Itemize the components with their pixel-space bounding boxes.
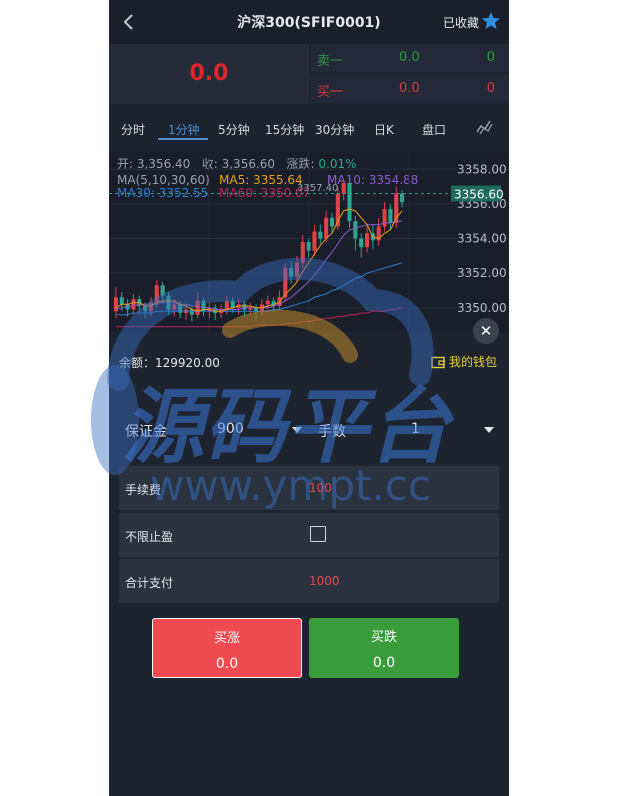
candle-body	[195, 300, 200, 315]
candle-body	[388, 209, 393, 223]
buy-down-value: 0.0	[372, 655, 396, 671]
candle-body	[154, 285, 159, 303]
candle-body	[364, 233, 370, 248]
y-tick-label: 3358.00	[457, 162, 507, 176]
candle-body	[347, 183, 352, 222]
no-limit-row: 不限止盈	[119, 513, 499, 557]
fee-value: 100	[309, 481, 332, 495]
buy-down-label: 买跌	[370, 630, 397, 645]
candle-body	[312, 231, 317, 251]
last-price-panel: 0.0	[109, 44, 309, 104]
candle-body	[172, 304, 177, 310]
high-price-marker: 3357.40	[297, 183, 338, 194]
candle-body	[119, 297, 124, 305]
margin-dropdown-icon[interactable]	[292, 427, 302, 433]
candle-body	[300, 242, 305, 263]
favorite-label[interactable]: 已收藏	[443, 14, 479, 31]
candle-body	[306, 242, 311, 251]
y-tick-label: 3354.00	[457, 232, 507, 246]
wallet-icon	[431, 356, 445, 369]
my-wallet-label: 我的钱包	[448, 355, 497, 369]
candle-body	[143, 306, 148, 312]
star-icon[interactable]	[481, 11, 501, 31]
app-screen: 沪深300(SFIF0001) 已收藏 0.0 卖一 0.0 0 买一 0.0 …	[109, 0, 509, 796]
total-label: 合计支付	[125, 576, 174, 590]
candle-body	[242, 304, 247, 310]
lots-dropdown-icon[interactable]	[484, 427, 494, 433]
current-price-label: 3356.60	[454, 188, 504, 202]
candle-body	[254, 307, 259, 312]
tab-5min[interactable]: 5分钟	[218, 121, 250, 138]
period-tabs: 分时 1分钟 5分钟 15分钟 30分钟 日K 盘口	[109, 110, 509, 148]
active-tab-indicator	[158, 138, 208, 140]
bid-price: 0.0	[399, 81, 420, 96]
candle-body	[324, 217, 329, 239]
candle-body	[400, 193, 405, 203]
kline-plot: 3357.403358.003356.003354.003352.003350.…	[109, 152, 509, 332]
bid-volume: 0	[486, 81, 495, 96]
tab-1min[interactable]: 1分钟	[168, 121, 200, 138]
candle-body	[359, 238, 364, 248]
my-wallet-link[interactable]: 我的钱包	[431, 353, 497, 370]
tab-daily[interactable]: 日K	[374, 121, 394, 138]
tab-30min[interactable]: 30分钟	[315, 121, 354, 138]
buy-up-label: 买涨	[213, 631, 240, 646]
candle-body	[294, 262, 300, 277]
kline-chart[interactable]: 开: 3,356.40 收: 3,356.60 涨跌: 0.01% MA(5,1…	[109, 152, 509, 332]
candle-body	[329, 217, 335, 227]
buy-down-button[interactable]: 买跌 0.0	[309, 618, 459, 678]
total-value: 1000	[309, 574, 340, 588]
fee-row: 手续费 100	[119, 466, 499, 510]
fee-label: 手续费	[125, 483, 162, 497]
candle-body	[353, 221, 358, 239]
bid-row: 买一 0.0 0	[311, 75, 509, 103]
candle-body	[160, 285, 165, 296]
margin-label: 保证金	[125, 424, 167, 440]
candle-body	[265, 300, 270, 305]
balance-row: 余额：129920.00 我的钱包	[109, 345, 509, 381]
margin-lots-row: 保证金 900 手数 1	[109, 408, 509, 452]
tab-depth[interactable]: 盘口	[422, 121, 446, 138]
ask-price: 0.0	[399, 50, 420, 65]
indicator-settings-icon[interactable]	[475, 118, 493, 136]
ask-label: 卖一	[317, 54, 344, 69]
y-tick-label: 3352.00	[457, 266, 507, 280]
buy-up-value: 0.0	[215, 656, 239, 672]
close-order-button[interactable]: ✕	[473, 318, 499, 344]
no-limit-checkbox[interactable]	[310, 526, 326, 542]
candle-body	[224, 300, 229, 310]
candle-body	[341, 183, 346, 194]
no-limit-label: 不限止盈	[125, 530, 174, 544]
candle-body	[131, 299, 136, 310]
balance-text: 余额：129920.00	[119, 356, 220, 370]
buy-up-button[interactable]: 买涨 0.0	[152, 618, 302, 678]
lots-select[interactable]: 1	[411, 421, 420, 437]
ma60-line	[115, 307, 403, 328]
candle-body	[318, 231, 323, 239]
lots-label: 手数	[318, 424, 346, 440]
total-row: 合计支付 1000	[119, 559, 499, 603]
tab-timeshare[interactable]: 分时	[121, 121, 145, 138]
tab-15min[interactable]: 15分钟	[265, 121, 304, 138]
ask-row: 卖一 0.0 0	[311, 44, 509, 72]
y-tick-label: 3350.00	[457, 301, 507, 315]
candle-body	[289, 267, 294, 277]
margin-select[interactable]: 900	[217, 421, 244, 437]
last-price: 0.0	[189, 61, 229, 86]
bid-label: 买一	[317, 85, 344, 100]
ask-volume: 0	[486, 50, 495, 65]
candle-body	[230, 300, 235, 308]
order-book: 卖一 0.0 0 买一 0.0 0	[311, 44, 509, 104]
top-bar: 沪深300(SFIF0001) 已收藏	[109, 0, 509, 44]
